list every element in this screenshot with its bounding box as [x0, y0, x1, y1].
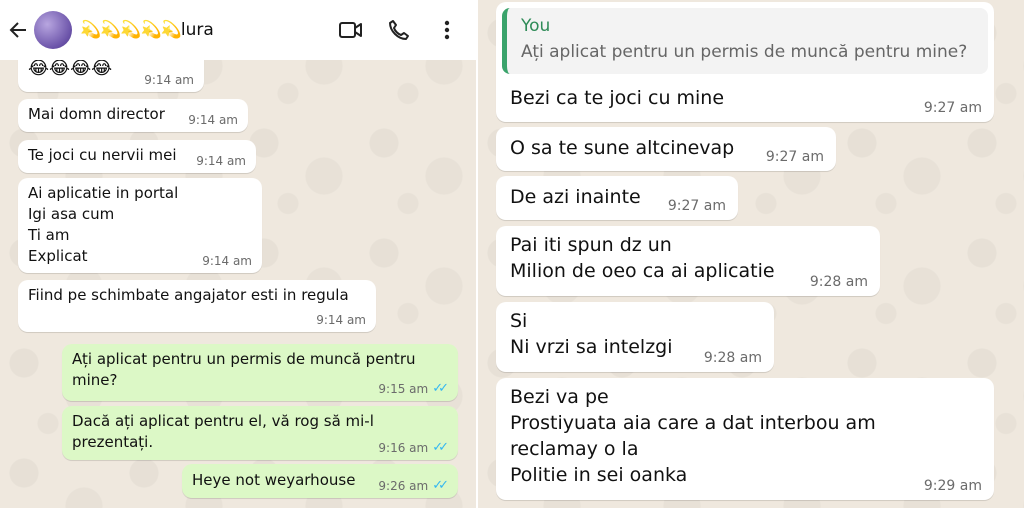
message-outgoing[interactable]: Dacă ați aplicat pentru el, vă rog să mi…: [62, 406, 458, 460]
message-time: 9:14 am: [316, 313, 366, 327]
message-incoming[interactable]: Ai aplicatie in portal Igi asa cum Ti am…: [18, 178, 262, 273]
quoted-text: Ați aplicat pentru un permis de muncă pe…: [521, 42, 968, 62]
message-incoming[interactable]: Te joci cu nervii mei 9:14 am: [18, 140, 256, 173]
message-time: 9:29 am: [923, 478, 982, 494]
video-call-icon[interactable]: [338, 17, 364, 43]
chat-header: 💫💫💫💫💫lura: [0, 0, 476, 60]
message-time: 9:14 am: [202, 254, 252, 268]
message-time: 9:14 am: [144, 73, 194, 87]
message-incoming[interactable]: Mai domn director 9:14 am: [18, 99, 248, 132]
message-incoming[interactable]: Fiind pe schimbate angajator esti in reg…: [18, 280, 376, 332]
contact-name[interactable]: 💫💫💫💫💫lura: [80, 20, 214, 40]
message-time: 9:28 am: [703, 350, 762, 366]
message-incoming[interactable]: 😂😂😂😂 9:14 am: [18, 56, 204, 92]
message-text: Bezi ca te joci cu mine: [510, 87, 725, 109]
phone-icon[interactable]: [386, 17, 412, 43]
read-receipt-icon: ✓✓: [432, 478, 449, 493]
back-arrow-icon[interactable]: [4, 16, 32, 44]
message-time: 9:27 am: [765, 149, 824, 165]
quoted-message[interactable]: You Ați aplicat pentru un permis de munc…: [502, 8, 988, 74]
contact-emoji: 💫💫💫💫💫: [80, 20, 182, 40]
message-time: 9:16 am ✓✓: [378, 440, 449, 455]
contact-name-text: lura: [180, 20, 214, 40]
message-incoming[interactable]: O sa te sune altcinevap 9:27 am: [496, 127, 836, 171]
message-time: 9:14 am: [188, 113, 238, 127]
message-text: Fiind pe schimbate angajator esti in reg…: [28, 286, 349, 304]
message-time: 9:28 am: [809, 274, 868, 290]
message-text: Bezi va pe Prostiyuata aia care a dat in…: [510, 386, 876, 486]
quoted-author: You: [521, 16, 551, 36]
message-time: 9:15 am ✓✓: [378, 381, 449, 396]
message-incoming[interactable]: Si Ni vrzi sa intelzgi 9:28 am: [496, 302, 774, 372]
avatar[interactable]: [34, 11, 72, 49]
message-time: 9:27 am: [923, 100, 982, 116]
left-chat-screenshot: 😂😂😂😂 9:14 am Mai domn director 9:14 am T…: [0, 0, 476, 508]
read-receipt-icon: ✓✓: [432, 440, 449, 455]
message-outgoing[interactable]: Heye not weyarhouse 9:26 am ✓✓: [182, 464, 458, 498]
message-time: 9:27 am: [667, 198, 726, 214]
message-incoming[interactable]: Bezi va pe Prostiyuata aia care a dat in…: [496, 378, 994, 500]
message-incoming[interactable]: De azi inainte 9:27 am: [496, 176, 738, 220]
message-incoming[interactable]: Pai iti spun dz un Milion de oeo ca ai a…: [496, 226, 880, 296]
more-vert-icon[interactable]: [434, 17, 460, 43]
message-outgoing[interactable]: Ați aplicat pentru un permis de muncă pe…: [62, 344, 458, 401]
message-time: 9:14 am: [196, 154, 246, 168]
message-time: 9:26 am ✓✓: [378, 478, 449, 493]
read-receipt-icon: ✓✓: [432, 381, 449, 396]
